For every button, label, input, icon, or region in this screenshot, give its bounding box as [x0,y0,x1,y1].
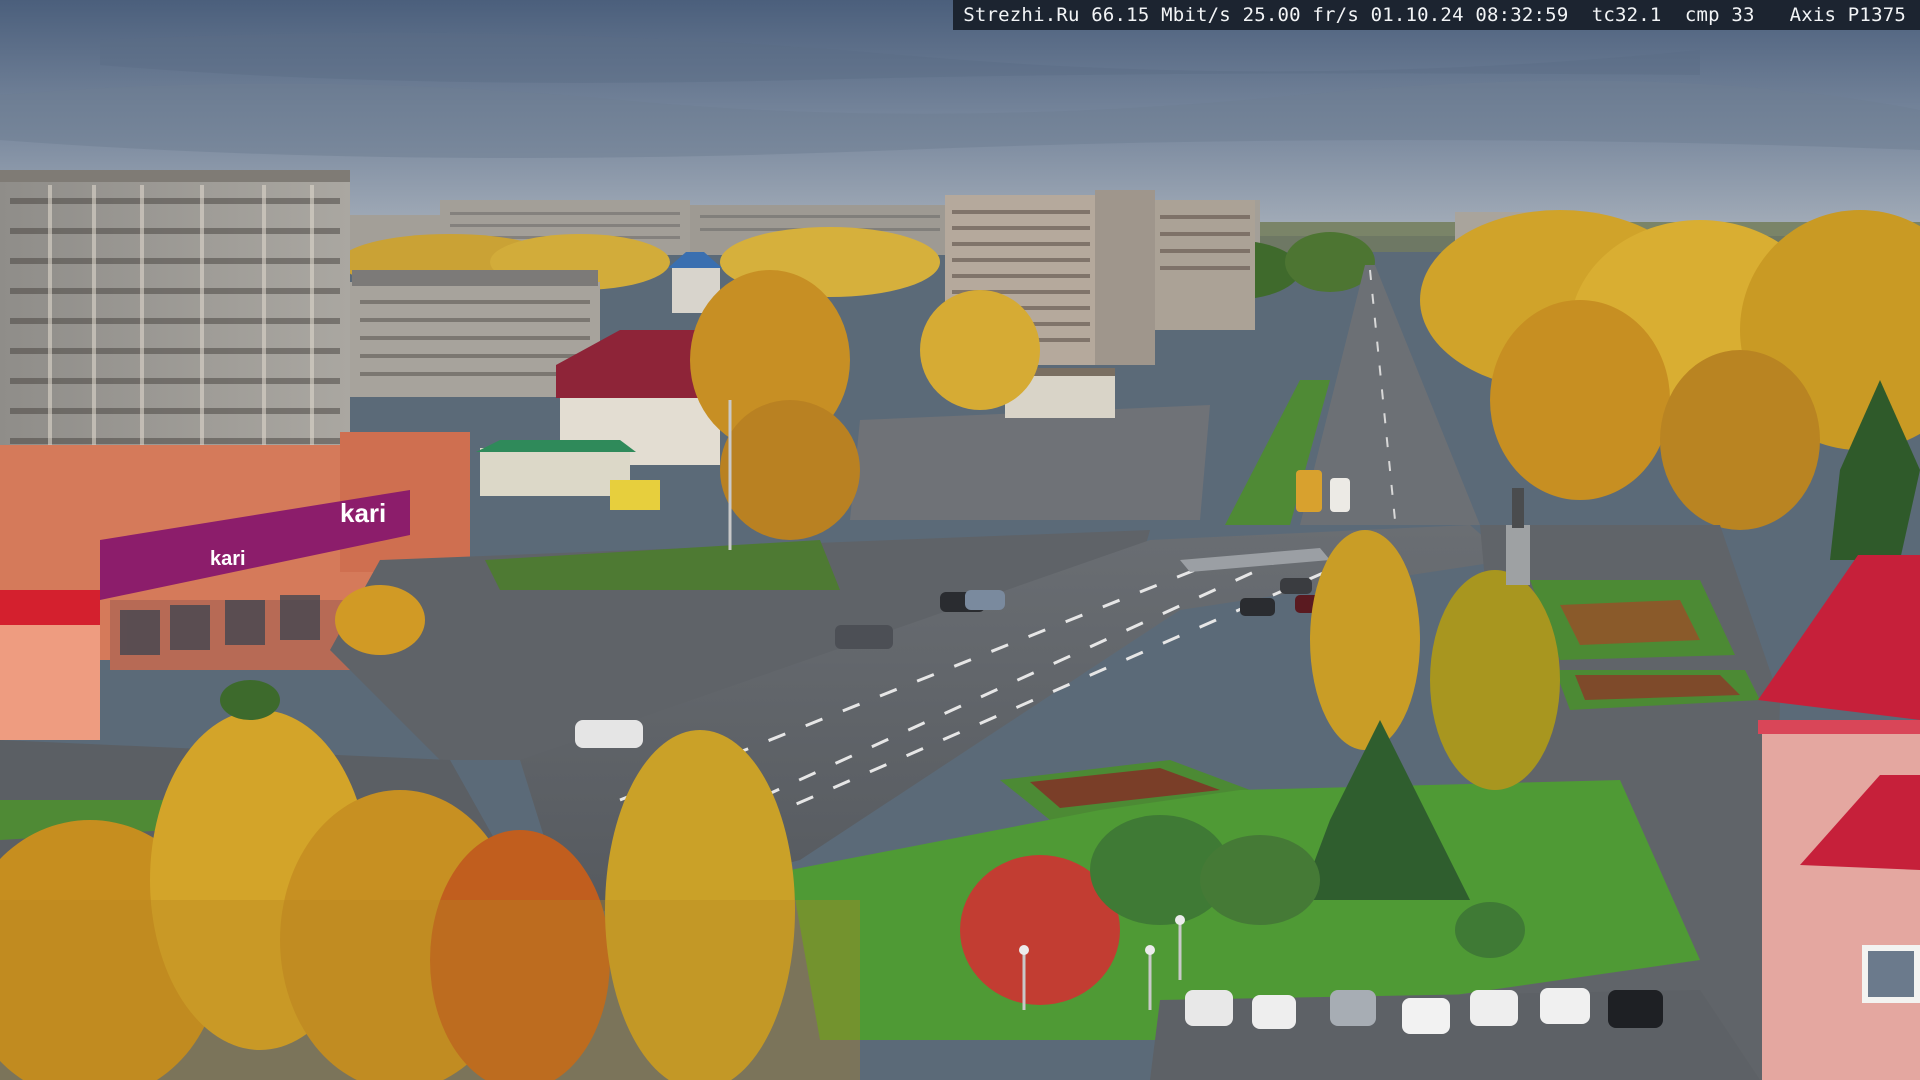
parking-square [850,405,1210,520]
parking-lot-bottom [1150,990,1760,1080]
monument [1506,488,1530,585]
webcam-frame: kari kari [0,0,1920,1080]
grass-center-left [485,540,840,590]
camera-info-overlay: Strezhi.Ru 66.15 Mbit/s 25.00 fr/s 01.10… [953,0,1920,30]
store-sign-large: kari [340,498,386,528]
right-foreground-building [1758,555,1920,1080]
street-scene-image: kari kari [0,0,1920,1080]
right-trees [1420,210,1920,560]
store-sign-small: kari [210,548,246,570]
